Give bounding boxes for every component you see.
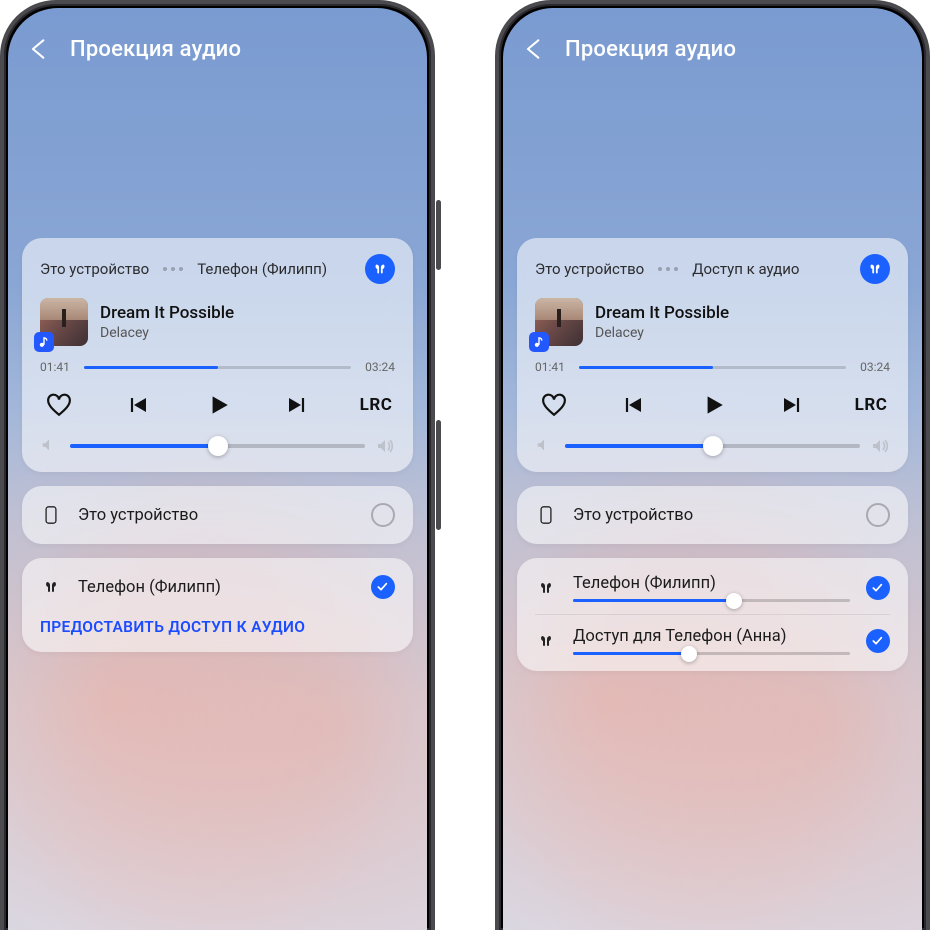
device-this-card[interactable]: Это устройство (22, 486, 413, 544)
like-button[interactable] (42, 388, 76, 422)
previous-button[interactable] (121, 388, 155, 422)
page-title: Проекция аудио (70, 37, 241, 62)
time-elapsed: 01:41 (40, 360, 74, 374)
page-header: Проекция аудио (8, 8, 427, 78)
phone-left: Проекция аудио Это устройство Телефон (Ф… (0, 0, 435, 930)
volume-slider[interactable] (70, 444, 365, 448)
play-button[interactable] (696, 388, 730, 422)
radio-selected[interactable] (866, 576, 890, 600)
radio-selected[interactable] (371, 575, 395, 599)
radio-unselected[interactable] (371, 503, 395, 527)
volume-slider[interactable] (565, 444, 860, 448)
music-app-icon (34, 332, 54, 352)
progress-slider[interactable] (579, 366, 846, 369)
player-card: Это устройство Телефон (Филипп) (22, 238, 413, 472)
tab-dots-icon (163, 267, 183, 271)
next-button[interactable] (775, 388, 809, 422)
volume-high-icon (375, 436, 395, 456)
like-button[interactable] (537, 388, 571, 422)
back-icon[interactable] (521, 36, 547, 62)
music-app-icon (529, 332, 549, 352)
phone-right: Проекция аудио Это устройство Доступ к а… (495, 0, 930, 930)
device-volume-slider[interactable] (573, 599, 850, 602)
earbuds-icon[interactable] (365, 254, 395, 284)
tab-audio-access[interactable]: Доступ к аудио (692, 260, 799, 278)
lyrics-button[interactable]: LRC (854, 388, 888, 422)
share-audio-button[interactable]: ПРЕДОСТАВИТЬ ДОСТУП К АУДИО (40, 618, 395, 636)
phone-icon (40, 502, 62, 528)
device-this-card[interactable]: Это устройство (517, 486, 908, 544)
lyrics-button[interactable]: LRC (359, 388, 393, 422)
tab-this-device[interactable]: Это устройство (40, 260, 149, 278)
earbuds-icon (40, 574, 62, 600)
tab-this-device[interactable]: Это устройство (535, 260, 644, 278)
previous-button[interactable] (616, 388, 650, 422)
album-art[interactable] (40, 298, 88, 346)
album-art[interactable] (535, 298, 583, 346)
device-philipp-card: Телефон (Филипп) ПРЕДОСТАВИТЬ ДОСТУП К А… (22, 558, 413, 652)
earbuds-icon[interactable] (860, 254, 890, 284)
play-button[interactable] (201, 388, 235, 422)
device-label: Это устройство (78, 506, 355, 525)
page-title: Проекция аудио (565, 37, 736, 62)
radio-unselected[interactable] (866, 503, 890, 527)
progress-slider[interactable] (84, 366, 351, 369)
progress-fill (84, 366, 218, 369)
back-icon[interactable] (26, 36, 52, 62)
earbuds-icon (535, 628, 557, 654)
track-artist: Delacey (100, 325, 234, 341)
next-button[interactable] (280, 388, 314, 422)
player-card: Это устройство Доступ к аудио (517, 238, 908, 472)
time-elapsed: 01:41 (535, 360, 569, 374)
track-artist: Delacey (595, 325, 729, 341)
track-title: Dream It Possible (100, 303, 234, 323)
time-total: 03:24 (361, 360, 395, 374)
tab-dots-icon (658, 267, 678, 271)
volume-low-icon (40, 436, 60, 456)
track-title: Dream It Possible (595, 303, 729, 323)
device-label: Телефон (Филипп) (78, 578, 355, 597)
volume-low-icon (535, 436, 555, 456)
device-volume-slider[interactable] (573, 652, 850, 655)
shared-devices-card: Телефон (Филипп) (517, 558, 908, 671)
earbuds-icon (535, 575, 557, 601)
time-total: 03:24 (856, 360, 890, 374)
radio-selected[interactable] (866, 629, 890, 653)
device-label: Это устройство (573, 506, 850, 525)
phone-icon (535, 502, 557, 528)
volume-high-icon (870, 436, 890, 456)
device-label: Телефон (Филипп) (573, 574, 850, 593)
tab-phone[interactable]: Телефон (Филипп) (197, 260, 327, 278)
device-label: Доступ для Телефон (Анна) (573, 627, 850, 646)
page-header: Проекция аудио (503, 8, 922, 78)
